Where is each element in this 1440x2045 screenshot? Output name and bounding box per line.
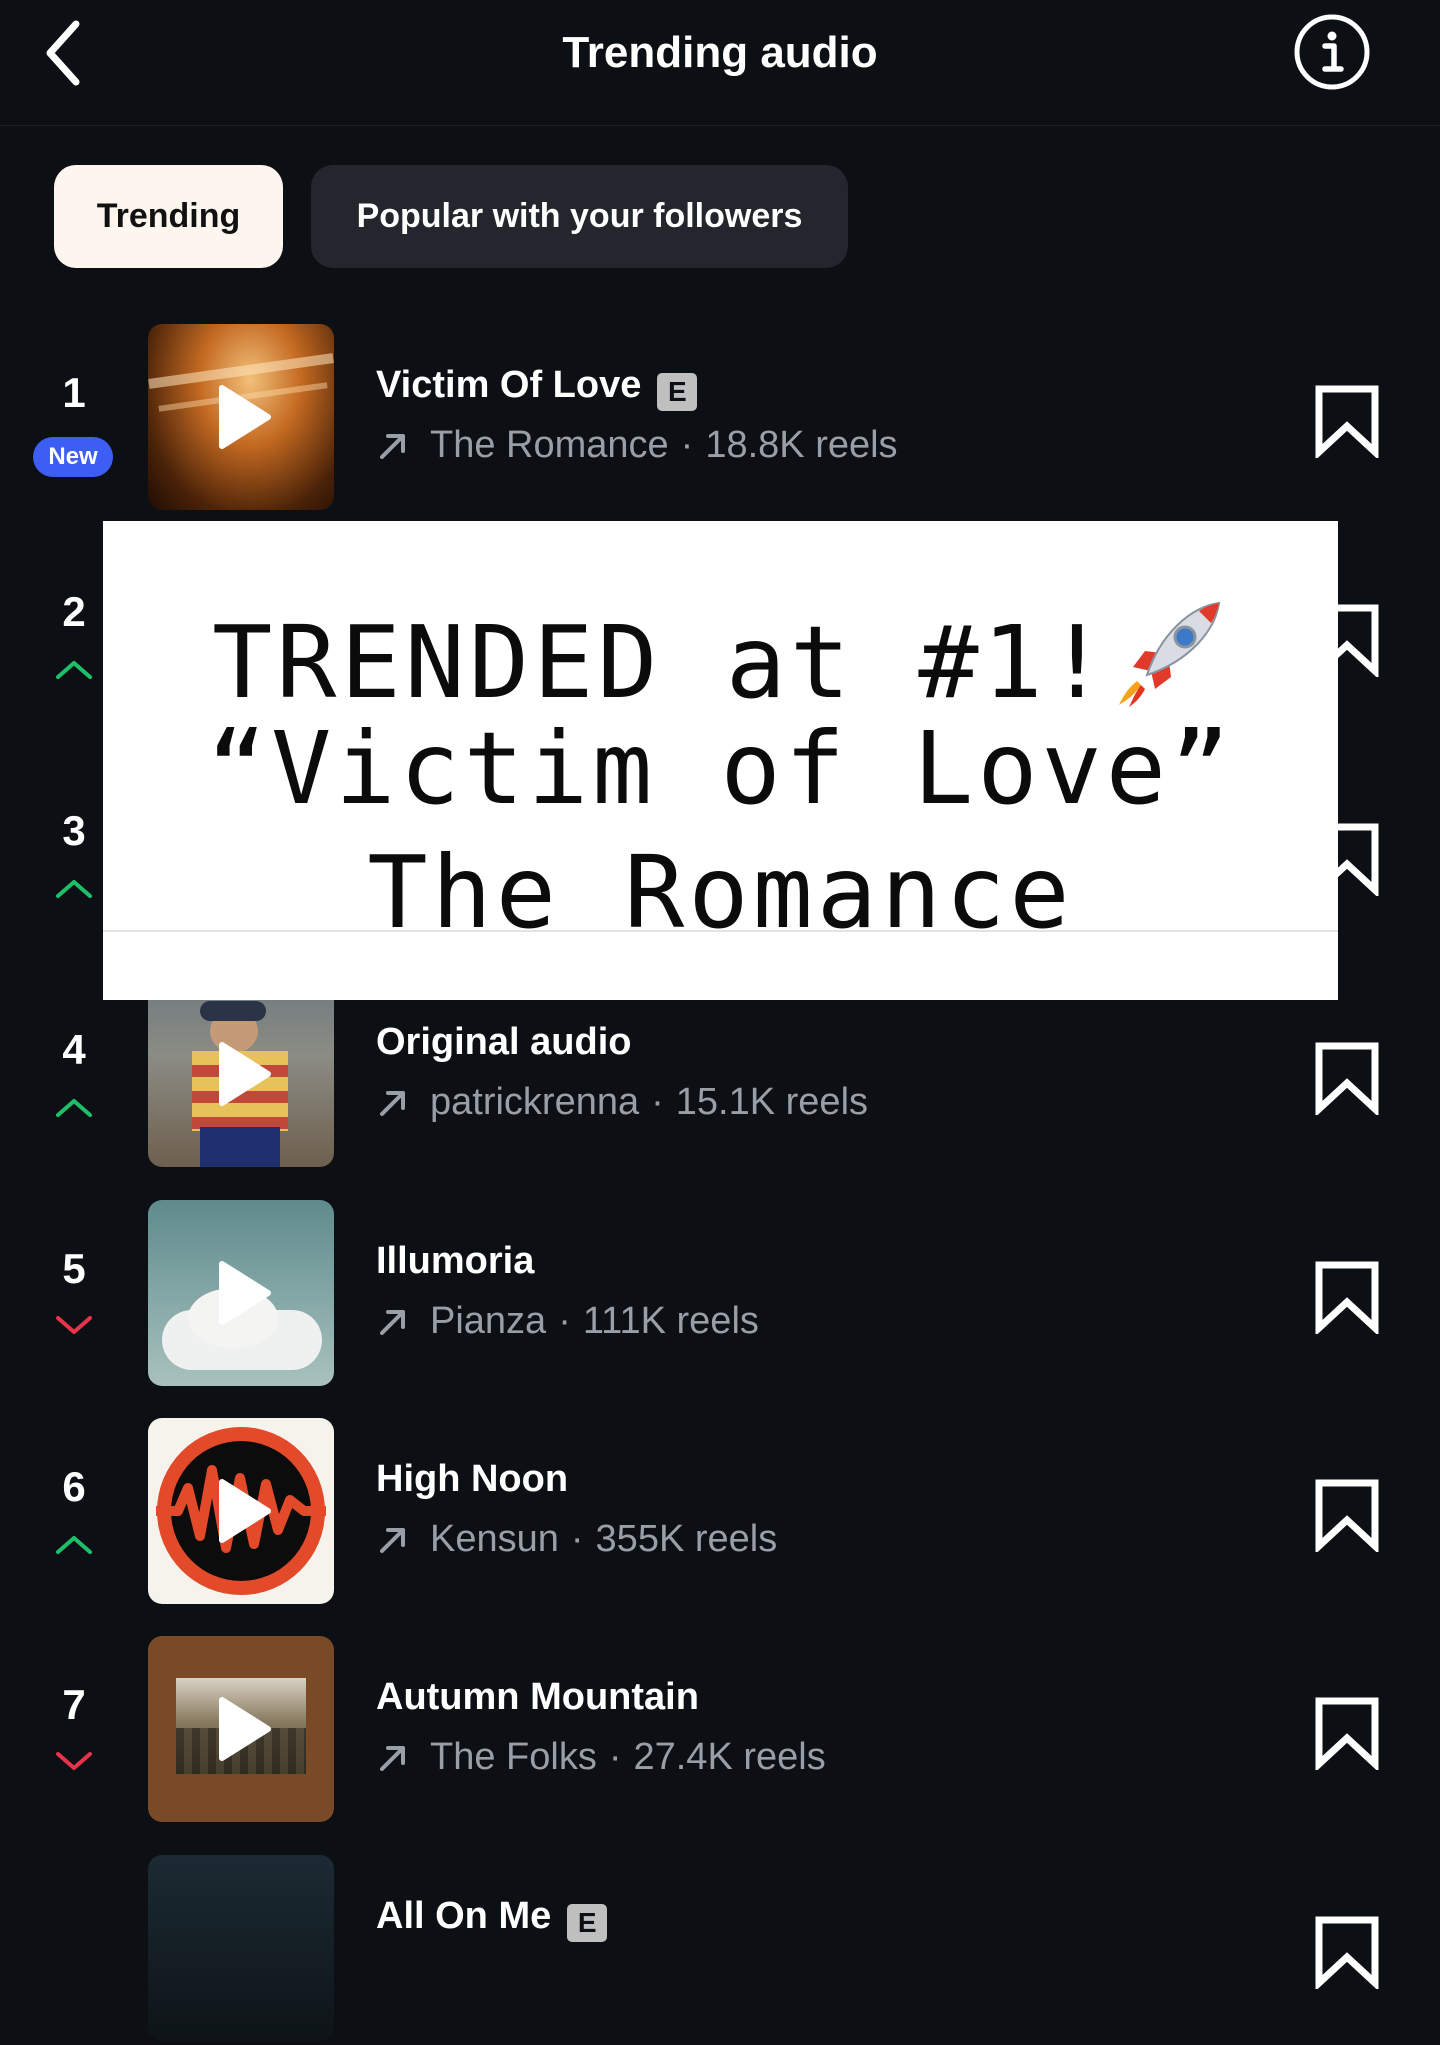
rank-number: 5 — [62, 1245, 86, 1292]
rank-number: 6 — [62, 1463, 86, 1510]
divider — [103, 930, 1338, 932]
play-icon[interactable] — [216, 1041, 272, 1107]
rank-number: 3 — [62, 807, 86, 854]
song-meta: The Folks · 27.4K reels — [376, 1736, 826, 1779]
reels-count: 355K reels — [595, 1518, 778, 1560]
trend-arrow-icon — [376, 429, 410, 463]
trend-down-icon — [52, 1748, 96, 1776]
rank-number: 2 — [62, 588, 86, 635]
bookmark-icon — [1315, 385, 1379, 461]
bookmark-icon — [1315, 1916, 1379, 1992]
bookmark-icon — [1315, 1479, 1379, 1555]
rocket-icon — [1111, 593, 1229, 711]
info-icon — [1294, 14, 1370, 90]
reels-count: 15.1K reels — [675, 1081, 869, 1123]
reels-count: 18.8K reels — [705, 424, 898, 466]
trend-arrow-icon — [376, 1086, 410, 1120]
bookmark-button[interactable] — [1313, 1478, 1381, 1555]
bookmark-button[interactable] — [1313, 1696, 1381, 1773]
new-badge: New — [33, 437, 113, 477]
trend-up-icon — [52, 1093, 96, 1121]
album-cover[interactable] — [148, 1200, 334, 1386]
album-cover[interactable] — [148, 324, 334, 510]
track-row[interactable]: All On Me E — [0, 1855, 1440, 2045]
song-title[interactable]: High Noon — [376, 1458, 568, 1501]
rank-number: 1 — [62, 369, 86, 416]
track-row[interactable]: 1 New Victim Of Love E The Romance · 18.8K … — [0, 324, 1440, 514]
explicit-icon: E — [567, 1904, 608, 1942]
page-title: Trending audio — [562, 28, 878, 77]
trend-arrow-icon — [376, 1305, 410, 1339]
track-row[interactable]: 4 Original audio patrickrenna · 15.1K reel… — [0, 981, 1440, 1171]
trend-down-icon — [52, 1312, 96, 1340]
bookmark-button[interactable] — [1313, 1041, 1381, 1118]
track-row[interactable]: 6 High Noon Kensun · 355K reels — [0, 1418, 1440, 1608]
explicit-icon: E — [657, 373, 698, 411]
trend-arrow-icon — [376, 1523, 410, 1557]
song-meta: Pianza · 111K reels — [376, 1300, 759, 1343]
play-icon[interactable] — [216, 1260, 272, 1326]
artist-name[interactable]: patrickrenna — [430, 1081, 639, 1123]
overlay-line-1: TRENDED at #1! — [103, 593, 1338, 713]
play-icon[interactable] — [216, 384, 272, 450]
trend-arrow-icon — [376, 1741, 410, 1775]
reels-count: 27.4K reels — [633, 1736, 826, 1778]
artist-name[interactable]: The Romance — [430, 424, 669, 466]
song-meta: patrickrenna · 15.1K reels — [376, 1081, 868, 1124]
album-cover[interactable] — [148, 981, 334, 1167]
song-meta: The Romance · 18.8K reels — [376, 424, 898, 467]
header: Trending audio — [0, 0, 1440, 126]
rank-number: 4 — [62, 1026, 86, 1073]
song-meta: Kensun · 355K reels — [376, 1518, 777, 1561]
bookmark-button[interactable] — [1313, 1915, 1381, 1992]
track-row[interactable]: 5 Illumoria Pianza · 111K reels — [0, 1200, 1440, 1390]
track-row[interactable]: 7 Autumn Mountain The Folks · 27.4K reels — [0, 1636, 1440, 1826]
artist-name[interactable]: The Folks — [430, 1736, 597, 1778]
artist-name[interactable]: Pianza — [430, 1300, 546, 1342]
info-button[interactable] — [1292, 12, 1372, 92]
song-title[interactable]: Autumn Mountain — [376, 1676, 699, 1719]
song-title[interactable]: Victim Of Love E — [376, 364, 698, 411]
tab-trending[interactable]: Trending — [54, 165, 283, 268]
rank-number: 7 — [62, 1681, 86, 1728]
trend-up-icon — [52, 655, 96, 683]
bookmark-button[interactable] — [1313, 1260, 1381, 1337]
album-cover[interactable] — [148, 1636, 334, 1822]
play-icon[interactable] — [216, 1696, 272, 1762]
album-cover[interactable] — [148, 1418, 334, 1604]
tab-popular-with-followers[interactable]: Popular with your followers — [311, 165, 848, 268]
trend-up-icon — [52, 874, 96, 902]
album-cover[interactable] — [148, 1855, 334, 2041]
overlay-caption-card: TRENDED at #1! “Victim of Love” The Roma… — [103, 521, 1338, 1000]
bookmark-icon — [1315, 1697, 1379, 1773]
trend-up-icon — [52, 1530, 96, 1558]
song-title[interactable]: All On Me E — [376, 1895, 608, 1942]
bookmark-button[interactable] — [1313, 384, 1381, 461]
bookmark-icon — [1315, 1042, 1379, 1118]
song-title[interactable]: Original audio — [376, 1021, 631, 1064]
artist-name[interactable]: Kensun — [430, 1518, 559, 1560]
reels-count: 111K reels — [582, 1300, 759, 1342]
overlay-line-3: The Romance — [367, 834, 1074, 951]
bookmark-icon — [1315, 1261, 1379, 1337]
song-title[interactable]: Illumoria — [376, 1240, 534, 1283]
play-icon[interactable] — [216, 1478, 272, 1544]
overlay-line-2: “Victim of Love” — [206, 710, 1235, 827]
